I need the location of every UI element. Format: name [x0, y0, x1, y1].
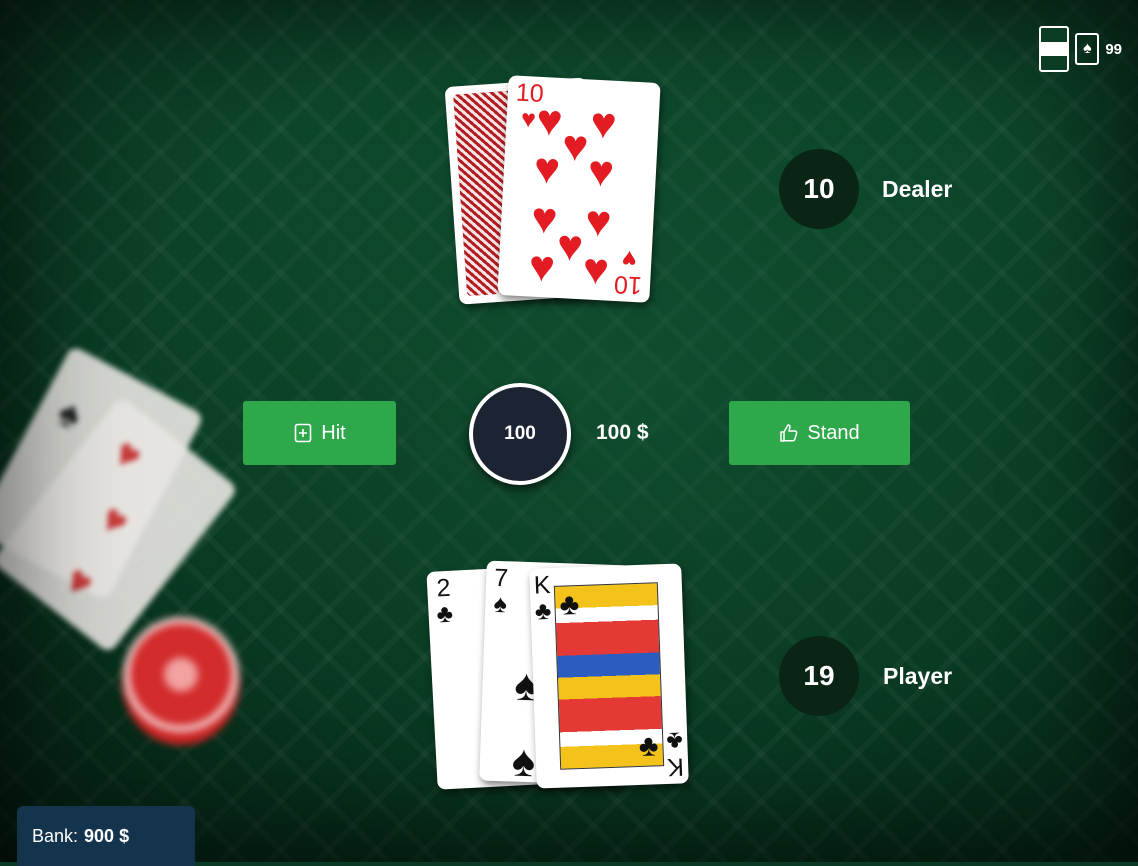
bank-panel: Bank: 900 $	[17, 806, 195, 866]
card-suit-icon: ♥	[621, 244, 638, 274]
dealer-card-10-hearts: 10 ♥ ♥ ♥ ♥ ♥ ♥ ♥ ♥ ♥ ♥ ♥ 10 ♥	[497, 75, 661, 303]
card-rank: 10	[613, 269, 643, 300]
player-score: 19	[779, 636, 859, 716]
card-rank: K	[667, 752, 685, 782]
bet-chip[interactable]: 100	[469, 383, 571, 485]
deck-remaining-count: 99	[1105, 40, 1122, 58]
card-corner-bottom: 10 ♥	[613, 244, 644, 300]
card-rank: 2	[435, 573, 452, 603]
dealer-score-value: 10	[803, 173, 835, 204]
hit-icon	[294, 423, 312, 443]
player-label: Player	[883, 663, 953, 689]
king-face-illustration: ♣ ♣	[553, 582, 665, 770]
bet-amount: 100 $	[596, 421, 649, 444]
dealer-score: 10	[779, 149, 859, 229]
spade-card-icon: ♠	[1075, 33, 1100, 65]
bet-chip-value: 100	[504, 423, 536, 444]
card-suit-icon: ♣	[435, 599, 454, 629]
deck-indicator: ♠ 99	[1039, 26, 1122, 72]
player-card-king-clubs: K ♣ ♣ ♣ K ♣	[529, 563, 689, 789]
bank-amount: 900 $	[84, 825, 130, 846]
dealer-label: Dealer	[882, 176, 953, 202]
card-corner-top: K ♣	[533, 570, 552, 626]
card-suit-icon: ♣	[534, 596, 552, 626]
card-corner-bottom: K ♣	[666, 726, 685, 782]
card-suit-icon: ♣	[666, 726, 684, 756]
stand-button[interactable]: Stand	[729, 401, 910, 465]
hit-button-label: Hit	[321, 421, 346, 444]
card-rank: 7	[493, 563, 509, 593]
stand-button-label: Stand	[807, 421, 860, 444]
card-rank: K	[533, 570, 551, 600]
decorative-chip	[122, 617, 240, 745]
card-corner-top: 2 ♣	[435, 573, 454, 629]
thumbs-up-icon	[780, 424, 798, 442]
card-suit-icon: ♠	[493, 589, 508, 619]
hit-button[interactable]: Hit	[243, 401, 396, 465]
deck-stack-icon	[1039, 26, 1070, 72]
player-score-value: 19	[803, 660, 835, 691]
bank-label: Bank:	[32, 825, 79, 846]
